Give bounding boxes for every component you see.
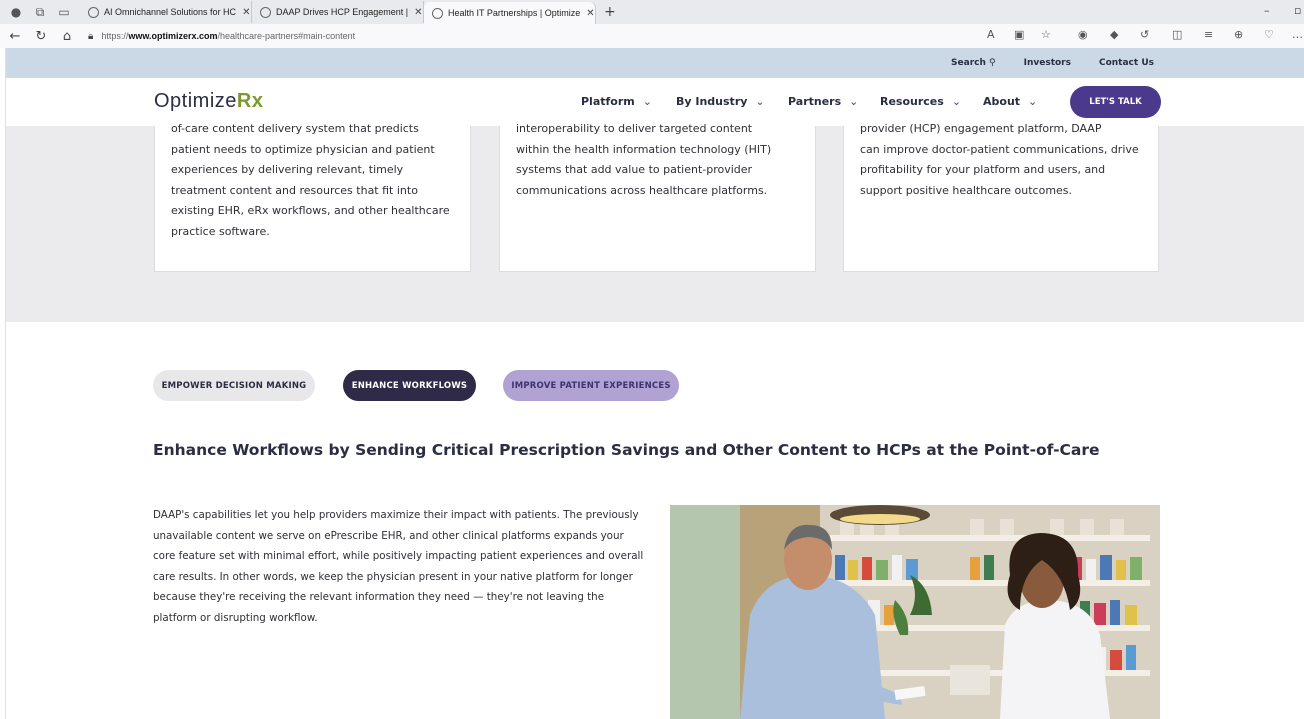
tab-enhance-workflows[interactable]: ENHANCE WORKFLOWS [343,370,476,401]
info-card: interoperability to deliver targeted con… [499,122,816,272]
card-partial-line: interoperability to deliver targeted con… [516,122,753,135]
tab-title: Health IT Partnerships | Optimize [448,8,581,18]
logo[interactable]: OptimizeRx [154,90,263,113]
favicon-icon [432,7,443,19]
minimize-icon[interactable]: – [1264,4,1270,17]
extension-icon[interactable]: ◆ [1110,28,1118,41]
browser-tab-bar: ● ⧉ ▭ AI Omnichannel Solutions for HC ✕ … [0,0,1304,24]
nav-resources[interactable]: Resources ⌄ [880,95,961,108]
tab-empower-decision-making[interactable]: EMPOWER DECISION MAKING [153,370,315,401]
section-headline: Enhance Workflows by Sending Critical Pr… [153,441,1100,459]
home-icon[interactable]: ⌂ [56,29,78,44]
close-tab-icon[interactable]: ✕ [242,7,250,18]
split-screen-icon[interactable]: ◫ [1172,28,1182,41]
investors-link[interactable]: Investors [1024,58,1071,68]
pharmacy-photo [670,505,1160,719]
new-tab-icon[interactable]: + [604,4,616,20]
browser-tab-2[interactable]: DAAP Drives HCP Engagement | ✕ [252,1,424,23]
contact-link[interactable]: Contact Us [1099,58,1154,68]
card-text: can improve doctor-patient communication… [860,142,1139,197]
browser-tab-1[interactable]: AI Omnichannel Solutions for HC ✕ [80,1,252,23]
nav-about[interactable]: About ⌄ [983,95,1037,108]
refresh-icon[interactable]: ↻ [30,29,52,44]
logo-text: Optimize [154,90,237,112]
favorites-icon[interactable]: ≡ [1204,28,1213,41]
nav-platform[interactable]: Platform ⌄ [581,95,652,108]
search-label: Search [951,58,986,68]
chevron-down-icon: ⌄ [849,95,859,108]
info-card: of-care content delivery system that pre… [154,122,471,272]
collections-icon[interactable]: ⊕ [1234,28,1243,41]
back-icon[interactable]: ← [4,29,26,44]
restore-icon[interactable]: ▫ [1294,4,1301,17]
nav-partners[interactable]: Partners ⌄ [788,95,858,108]
url-domain: www.optimizerx.com [128,31,218,41]
nav-label: Partners [788,95,842,108]
workspaces-icon[interactable]: ⧉ [32,4,48,20]
card-partial-line: of-care content delivery system that pre… [171,122,419,135]
nav-by-industry[interactable]: By Industry ⌄ [676,95,765,108]
logo-rx: Rx [236,90,264,112]
section-body: DAAP's capabilities let you help provide… [153,509,644,624]
extension-icon[interactable]: ◉ [1078,28,1088,41]
profile-avatar-icon[interactable]: ● [8,4,24,20]
nav-label: Platform [581,95,635,108]
url-prefix: https:// [101,31,129,41]
card-partial-line: provider (HCP) engagement platform, DAAP [860,122,1102,135]
lets-talk-button[interactable]: LET'S TALK [1070,86,1161,118]
tab-title: AI Omnichannel Solutions for HC [104,7,237,17]
refresh-extension-icon[interactable]: ↺ [1140,28,1149,41]
read-aloud-icon[interactable]: A [987,28,995,41]
favorite-star-icon[interactable]: ☆ [1041,28,1051,41]
close-tab-icon[interactable]: ✕ [414,7,422,18]
address-bar: ← ↻ ⌂ 🔒︎ https://www.optimizerx.com/heal… [0,24,1304,48]
utility-bar: Search ⚲ Investors Contact Us [6,48,1304,78]
nav-label: By Industry [676,95,748,108]
lock-icon[interactable]: 🔒︎ [88,31,93,42]
chevron-down-icon: ⌄ [1028,95,1038,108]
favicon-icon [88,6,99,18]
chevron-down-icon: ⌄ [755,95,765,108]
card-text: patient needs to optimize physician and … [171,142,450,238]
browser-tab-3[interactable]: Health IT Partnerships | Optimize ✕ [424,2,596,24]
browser-essentials-icon[interactable]: ♡ [1264,28,1274,41]
info-card: provider (HCP) engagement platform, DAAP… [843,122,1159,272]
nav-label: About [983,95,1021,108]
tab-title: DAAP Drives HCP Engagement | [276,7,409,17]
tab-actions-icon[interactable]: ▭ [56,4,72,20]
search-icon: ⚲ [989,58,996,68]
close-tab-icon[interactable]: ✕ [586,8,594,19]
immersive-reader-icon[interactable]: ▣ [1014,28,1024,41]
nav-label: Resources [880,95,944,108]
url-path: /healthcare-partners#main-content [217,31,356,41]
tab-improve-patient-experiences[interactable]: IMPROVE PATIENT EXPERIENCES [503,370,679,401]
card-text: within the health information technology… [516,142,772,197]
chevron-down-icon: ⌄ [951,95,962,108]
favicon-icon [260,6,271,18]
url-field[interactable]: 🔒︎ https://www.optimizerx.com/healthcare… [88,31,355,42]
more-icon[interactable]: … [1292,28,1303,41]
search-link[interactable]: Search ⚲ [951,58,996,68]
chevron-down-icon: ⌄ [642,95,652,108]
